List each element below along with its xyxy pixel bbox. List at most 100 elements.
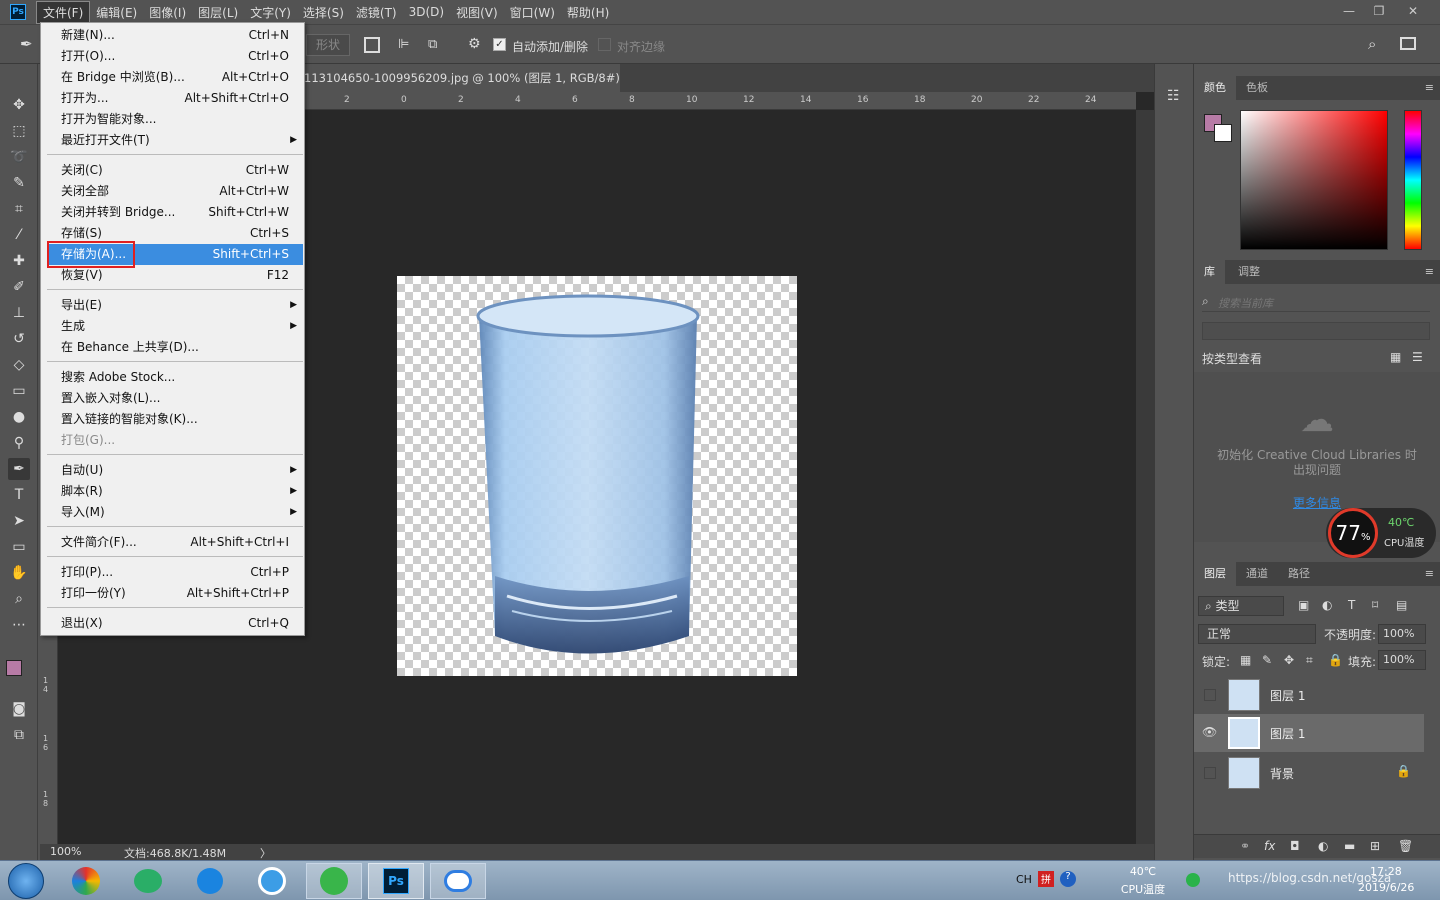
file-menu-item[interactable]: 在 Bridge 中浏览(B)... Alt+Ctrl+O: [47, 67, 303, 88]
lock-position-icon[interactable]: ✥: [1284, 653, 1294, 667]
quick-mask-icon[interactable]: ◙: [8, 698, 30, 720]
file-menu-item[interactable]: 搜索 Adobe Stock...: [47, 367, 303, 388]
wechat-icon[interactable]: [120, 863, 176, 899]
lasso-tool-icon[interactable]: ➰: [8, 146, 30, 168]
layer-name[interactable]: 图层 1: [1270, 725, 1305, 742]
screen-mode-icon[interactable]: ⧉: [8, 724, 30, 746]
auto-add-delete-checkbox[interactable]: ✓: [493, 38, 506, 51]
properties-panel-icon[interactable]: ☷: [1167, 88, 1185, 106]
healing-brush-tool-icon[interactable]: ✚: [8, 250, 30, 272]
tab-color[interactable]: 颜色: [1194, 76, 1236, 100]
layer-row[interactable]: 图层 1: [1194, 676, 1424, 714]
menu-3d[interactable]: 3D(D): [403, 3, 450, 21]
file-menu-item[interactable]: 导出(E) ▶: [47, 295, 303, 316]
menu-view[interactable]: 视图(V): [450, 2, 504, 23]
gear-icon[interactable]: ⚙: [468, 36, 484, 52]
hue-slider[interactable]: [1404, 110, 1422, 250]
browser-icon[interactable]: [244, 863, 300, 899]
filter-adjustment-icon[interactable]: ◐: [1322, 598, 1332, 612]
language-indicator[interactable]: CH: [1016, 873, 1032, 886]
library-search[interactable]: ⌕ 搜索当前库: [1202, 292, 1430, 312]
tab-channels[interactable]: 通道: [1236, 562, 1278, 586]
grid-view-icon[interactable]: ▦: [1390, 350, 1404, 364]
ime-icon[interactable]: 拼: [1038, 871, 1054, 887]
more-tools-icon[interactable]: ⋯: [8, 614, 30, 636]
vertical-scrollbar[interactable]: [1136, 110, 1154, 844]
path-operations-icon[interactable]: [364, 37, 380, 53]
file-menu-item[interactable]: 文件简介(F)... Alt+Shift+Ctrl+I: [47, 532, 303, 553]
quick-select-tool-icon[interactable]: ✎: [8, 172, 30, 194]
file-menu-item[interactable]: 导入(M) ▶: [47, 502, 303, 523]
tab-swatches[interactable]: 色板: [1236, 76, 1278, 100]
new-layer-icon[interactable]: ⊞: [1370, 839, 1380, 853]
cpu-widget[interactable]: 77% 40℃ CPU温度: [1326, 508, 1436, 558]
path-alignment-icon[interactable]: ⊫: [398, 37, 414, 53]
file-menu-item[interactable]: 关闭(C) Ctrl+W: [47, 160, 303, 181]
image-canvas[interactable]: [397, 276, 797, 676]
menu-layer[interactable]: 图层(L): [192, 2, 244, 23]
panel-menu-icon[interactable]: ≡: [1425, 265, 1434, 278]
file-menu-item[interactable]: 最近打开文件(T) ▶: [47, 130, 303, 151]
baidu-netdisk-icon[interactable]: [430, 863, 486, 899]
fill-input[interactable]: 100%: [1378, 650, 1426, 670]
layer-row-selected[interactable]: 👁 图层 1: [1194, 714, 1424, 752]
menu-filter[interactable]: 滤镜(T): [350, 2, 403, 23]
file-menu-item[interactable]: 生成 ▶: [47, 316, 303, 337]
type-tool-icon[interactable]: T: [8, 484, 30, 506]
ie-browser-icon[interactable]: [306, 863, 362, 899]
link-layers-icon[interactable]: ⚭: [1240, 839, 1250, 853]
hand-tool-icon[interactable]: ✋: [8, 562, 30, 584]
layer-style-icon[interactable]: fx: [1264, 839, 1275, 853]
zoom-level[interactable]: 100%: [50, 845, 81, 858]
clock-date[interactable]: 2019/6/26: [1358, 881, 1414, 894]
rectangle-tool-icon[interactable]: ▭: [8, 536, 30, 558]
tab-paths[interactable]: 路径: [1278, 562, 1320, 586]
library-select[interactable]: [1202, 322, 1430, 340]
layer-filter-select[interactable]: ⌕ 类型: [1198, 596, 1284, 616]
file-menu-item[interactable]: 退出(X) Ctrl+Q: [47, 613, 303, 634]
file-menu-item[interactable]: 置入嵌入对象(L)...: [47, 388, 303, 409]
new-group-icon[interactable]: ▬: [1344, 839, 1355, 853]
workspace-icon[interactable]: [1400, 37, 1416, 50]
file-menu-item[interactable]: 打开为... Alt+Shift+Ctrl+O: [47, 88, 303, 109]
menu-help[interactable]: 帮助(H): [561, 2, 615, 23]
filter-type-icon[interactable]: T: [1348, 598, 1355, 612]
help-icon[interactable]: ?: [1060, 871, 1076, 887]
add-mask-icon[interactable]: ◘: [1290, 839, 1300, 853]
layer-visibility-toggle[interactable]: [1204, 767, 1216, 779]
lock-image-icon[interactable]: ✎: [1262, 653, 1272, 667]
lock-artboard-icon[interactable]: ⌗: [1306, 653, 1313, 668]
filter-shape-icon[interactable]: ⌑: [1372, 598, 1378, 612]
dodge-tool-icon[interactable]: ⚲: [8, 432, 30, 454]
file-menu-item[interactable]: 打印(P)... Ctrl+P: [47, 562, 303, 583]
bg-color-swatch[interactable]: [1214, 124, 1232, 142]
gradient-tool-icon[interactable]: ▭: [8, 380, 30, 402]
start-button[interactable]: [8, 863, 44, 899]
eraser-tool-icon[interactable]: ◇: [8, 354, 30, 376]
photoshop-taskbar-icon[interactable]: Ps: [368, 863, 424, 899]
tab-adjustments[interactable]: 调整: [1228, 260, 1270, 284]
shape-button[interactable]: 形状: [306, 34, 350, 56]
layer-visibility-toggle[interactable]: [1204, 689, 1216, 701]
status-menu-arrow-icon[interactable]: 〉: [260, 845, 271, 861]
foreground-color-swatch[interactable]: [6, 660, 22, 676]
panel-menu-icon[interactable]: ≡: [1425, 81, 1434, 94]
filter-smart-object-icon[interactable]: ▤: [1396, 598, 1407, 612]
align-edges-checkbox[interactable]: [598, 38, 611, 51]
menu-image[interactable]: 图像(I): [143, 2, 192, 23]
pen-tool-icon[interactable]: ✒: [20, 35, 40, 55]
file-menu-item[interactable]: 置入链接的智能对象(K)...: [47, 409, 303, 430]
minimize-button[interactable]: —: [1332, 0, 1366, 22]
clone-stamp-tool-icon[interactable]: ⊥: [8, 302, 30, 324]
tray-status-icon[interactable]: [1186, 873, 1200, 887]
search-icon[interactable]: ⌕: [1368, 35, 1386, 53]
menu-edit[interactable]: 编辑(E): [90, 2, 143, 23]
delete-layer-icon[interactable]: 🗑: [1398, 839, 1413, 853]
eye-icon[interactable]: 👁: [1202, 725, 1218, 741]
taskbar-app-icon[interactable]: [58, 863, 114, 899]
layer-name[interactable]: 背景: [1270, 765, 1294, 782]
file-menu-item[interactable]: 关闭全部 Alt+Ctrl+W: [47, 181, 303, 202]
adjustment-layer-icon[interactable]: ◐: [1318, 839, 1328, 853]
file-menu-item[interactable]: 新建(N)... Ctrl+N: [47, 25, 303, 46]
file-menu-item[interactable]: 脚本(R) ▶: [47, 481, 303, 502]
